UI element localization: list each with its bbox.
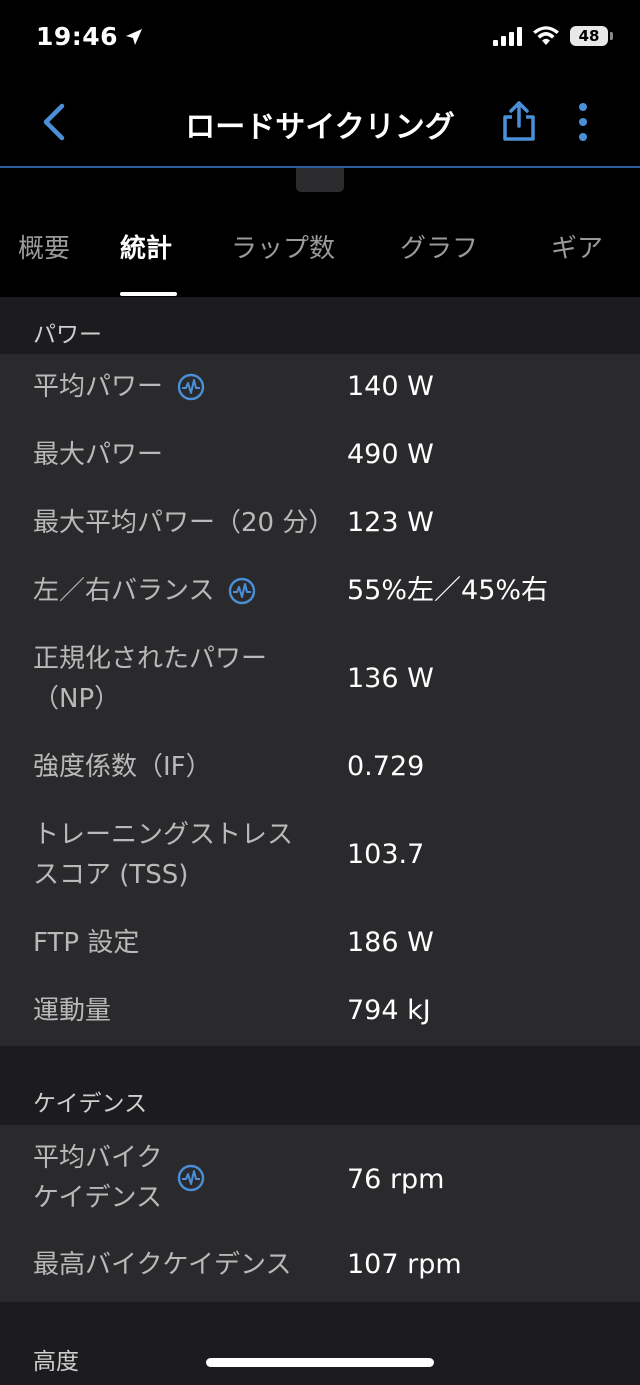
row-label: 左／右バランス: [33, 571, 256, 611]
row-label: 最高バイクケイデンス: [33, 1250, 292, 1280]
power-wave-icon[interactable]: [177, 373, 205, 401]
section-title-elevation: 高度: [33, 1349, 79, 1375]
row-value: 103.7: [347, 839, 425, 870]
location-arrow-icon: [126, 28, 143, 45]
tab-graph[interactable]: グラフ: [400, 228, 478, 265]
section-title-cadence: ケイデンス: [33, 1091, 148, 1117]
row-value: 490 W: [347, 439, 434, 470]
screen: 19:46 48 ロードサイクリング 概要 統計 ラップ数 グラフ ギア パワー…: [0, 0, 640, 1385]
status-time: 19:46: [36, 22, 144, 51]
share-icon[interactable]: [500, 100, 538, 142]
row-value: 0.729: [347, 751, 425, 782]
section-title-power: パワー: [33, 322, 102, 348]
list-item-max-power: 最大パワー 490 W: [0, 435, 640, 481]
row-label-line2: スコア (TSS): [33, 860, 189, 890]
list-item-ftp-setting: FTP 設定 186 W: [0, 923, 640, 969]
more-options-icon[interactable]: [574, 102, 592, 142]
list-item-avg-bike-cadence: 平均バイク ケイデンス 76 rpm: [0, 1138, 640, 1228]
status-bar: 19:46 48: [0, 0, 640, 80]
status-time-text: 19:46: [36, 22, 119, 51]
section-header-elevation: 高度: [0, 1302, 640, 1385]
tab-bar: 概要 統計 ラップ数 グラフ ギア: [0, 200, 640, 297]
cellular-signal-icon: [493, 26, 522, 46]
row-label-line2: （NP）: [33, 684, 121, 714]
section-cadence: 平均バイク ケイデンス 76 rpm 最高バイクケイデンス 107 rpm: [0, 1125, 640, 1302]
power-wave-icon[interactable]: [228, 577, 256, 605]
row-label: 平均パワー: [33, 367, 205, 407]
row-label: 最大平均パワー（20 分）: [33, 508, 335, 538]
list-item-work: 運動量 794 kJ: [0, 991, 640, 1037]
row-label: 運動量: [33, 996, 112, 1026]
row-value: 107 rpm: [347, 1249, 462, 1280]
row-label-line1: 平均バイク: [33, 1143, 163, 1173]
row-value: 186 W: [347, 927, 434, 958]
list-item-normalized-power: 正規化されたパワー （NP） 136 W: [0, 639, 640, 729]
row-label: 強度係数（IF）: [33, 752, 212, 782]
list-item-tss: トレーニングストレス スコア (TSS) 103.7: [0, 815, 640, 905]
row-label: FTP 設定: [33, 928, 140, 958]
row-value: 76 rpm: [347, 1164, 445, 1195]
list-item-max-avg-power-20min: 最大平均パワー（20 分） 123 W: [0, 503, 640, 549]
section-power: 平均パワー 140 W 最大パワー 490 W 最大平均パワー（20 分） 12…: [0, 354, 640, 1046]
row-value: 136 W: [347, 663, 434, 694]
row-label-text: 平均パワー: [33, 372, 164, 402]
row-label-line2: ケイデンス: [33, 1183, 162, 1213]
list-item-lr-balance: 左／右バランス 55%左／45%右: [0, 571, 640, 617]
navigation-bar: ロードサイクリング: [0, 80, 640, 168]
battery-level: 48: [578, 27, 600, 45]
stats-content[interactable]: パワー 平均パワー 140 W 最大パワー 490 W 最大平均パワー（20 分…: [0, 297, 640, 1385]
row-label: 最大パワー: [33, 440, 164, 470]
active-tab-indicator: [120, 292, 177, 296]
tab-laps[interactable]: ラップ数: [231, 228, 335, 265]
row-value: 55%左／45%右: [347, 575, 549, 606]
drag-handle[interactable]: [296, 168, 344, 192]
row-label: 平均バイク ケイデンス: [33, 1138, 162, 1218]
home-indicator[interactable]: [206, 1358, 434, 1367]
row-value: 794 kJ: [347, 995, 431, 1026]
row-label: 正規化されたパワー （NP）: [33, 639, 267, 719]
section-header-cadence: ケイデンス: [0, 1046, 640, 1125]
row-label: トレーニングストレス スコア (TSS): [33, 815, 293, 895]
list-item-avg-power: 平均パワー 140 W: [0, 367, 640, 413]
row-value: 123 W: [347, 507, 434, 538]
row-label-line1: 正規化されたパワー: [33, 644, 268, 674]
page-title: ロードサイクリング: [185, 110, 455, 145]
list-item-max-bike-cadence: 最高バイクケイデンス 107 rpm: [0, 1245, 640, 1291]
power-wave-icon[interactable]: [177, 1164, 205, 1192]
section-header-power: パワー: [0, 297, 640, 354]
battery-icon: 48: [570, 26, 613, 46]
tab-overview[interactable]: 概要: [18, 228, 70, 265]
row-label-text: 左／右バランス: [33, 576, 215, 606]
list-item-intensity-factor: 強度係数（IF） 0.729: [0, 747, 640, 793]
row-value: 140 W: [347, 371, 434, 402]
status-icons: 48: [493, 26, 613, 46]
tab-gear[interactable]: ギア: [551, 228, 603, 265]
wifi-icon: [533, 26, 559, 45]
row-label-line1: トレーニングストレス: [33, 820, 294, 850]
tab-stats[interactable]: 統計: [120, 228, 172, 265]
